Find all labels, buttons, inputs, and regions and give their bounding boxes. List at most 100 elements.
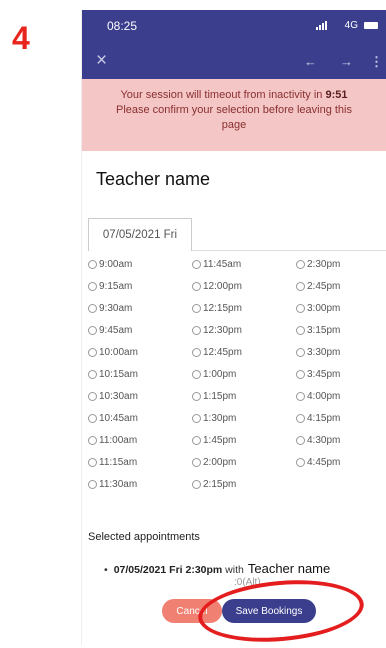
radio-unchecked-icon[interactable] [88,260,97,269]
radio-unchecked-icon[interactable] [88,392,97,401]
radio-unchecked-icon[interactable] [192,326,201,335]
time-slot-option[interactable]: 3:30pm [296,347,340,358]
time-slot-option[interactable]: 10:30am [88,391,138,402]
radio-unchecked-icon[interactable] [88,282,97,291]
phone-screen: 08:25 4G × ← → ⋮ Your session will timeo… [82,10,386,648]
arrow-right-icon[interactable]: → [340,54,353,69]
time-slot-label: 2:15pm [203,479,237,490]
radio-unchecked-icon[interactable] [296,370,305,379]
time-slot-option[interactable]: 1:30pm [192,413,236,424]
time-slot-label: 12:15pm [203,303,242,314]
radio-unchecked-icon[interactable] [88,414,97,423]
radio-unchecked-icon[interactable] [296,458,305,467]
time-slot-option[interactable]: 9:30am [88,303,132,314]
radio-unchecked-icon[interactable] [88,304,97,313]
more-vertical-icon[interactable]: ⋮ [370,54,383,70]
time-slot-option[interactable]: 12:00pm [192,281,242,292]
time-slot-option[interactable]: 9:45am [88,325,132,336]
time-slot-option[interactable]: 3:45pm [296,369,340,380]
time-slot-option[interactable]: 9:00am [88,259,132,270]
time-slot-option[interactable]: 11:00am [88,435,137,446]
time-slot-option[interactable]: 4:30pm [296,435,340,446]
radio-unchecked-icon[interactable] [296,392,305,401]
time-slot-option[interactable]: 2:45pm [296,281,340,292]
time-slot-option[interactable]: 10:15am [88,369,138,380]
session-timeout-alert: Your session will timeout from inactivit… [82,79,386,151]
time-slot-option[interactable]: 12:45pm [192,347,242,358]
time-slot-label: 4:30pm [307,435,341,446]
close-icon[interactable]: × [96,50,107,72]
bullet: • [104,564,108,576]
step-number: 4 [12,20,30,56]
time-slot-option[interactable]: 11:15am [88,457,137,468]
time-slot-option[interactable]: 12:15pm [192,303,242,314]
time-slot-option[interactable]: 1:00pm [192,369,236,380]
radio-unchecked-icon[interactable] [296,282,305,291]
radio-unchecked-icon[interactable] [192,370,201,379]
radio-unchecked-icon[interactable] [88,348,97,357]
alert-line-3: page [221,119,247,131]
radio-unchecked-icon[interactable] [192,392,201,401]
time-slot-label: 4:00pm [307,391,341,402]
time-slot-option[interactable]: 11:30am [88,479,137,490]
radio-unchecked-icon[interactable] [88,458,97,467]
radio-unchecked-icon[interactable] [192,304,201,313]
radio-unchecked-icon[interactable] [88,480,97,489]
time-slot-option[interactable]: 1:15pm [192,391,236,402]
time-slot-label: 12:30pm [203,325,242,336]
top-navigation: × ← → ⋮ [82,46,386,79]
time-slot-label: 11:45am [203,259,242,270]
time-slot-label: 9:15am [99,281,133,292]
radio-unchecked-icon[interactable] [88,436,97,445]
date-tab[interactable]: 07/05/2021 Fri [88,218,192,251]
time-slot-option[interactable]: 1:45pm [192,435,236,446]
time-slot-label: 2:45pm [307,281,341,292]
radio-unchecked-icon[interactable] [296,414,305,423]
time-slot-option[interactable]: 2:30pm [296,259,340,270]
time-slot-option[interactable]: 3:00pm [296,303,340,314]
time-slot-option[interactable]: 4:00pm [296,391,340,402]
radio-unchecked-icon[interactable] [88,370,97,379]
time-slot-option[interactable]: 4:45pm [296,457,340,468]
radio-unchecked-icon[interactable] [192,414,201,423]
radio-unchecked-icon[interactable] [296,436,305,445]
time-slot-label: 4:15pm [307,413,341,424]
appointment-with: with [222,564,244,576]
radio-unchecked-icon[interactable] [296,260,305,269]
appointment-datetime: 07/05/2021 Fri 2:30pm [113,564,223,576]
arrow-left-icon[interactable]: ← [304,54,317,69]
time-slot-option[interactable]: 9:15am [88,281,132,292]
radio-unchecked-icon[interactable] [192,480,201,489]
radio-unchecked-icon[interactable] [88,326,97,335]
time-slot-label: 3:15pm [307,325,341,336]
time-slot-label: 2:00pm [203,457,237,468]
time-slot-label: 4:45pm [307,457,341,468]
radio-unchecked-icon[interactable] [296,348,305,357]
time-slot-label: 11:00am [99,435,138,446]
radio-unchecked-icon[interactable] [192,458,201,467]
radio-unchecked-icon[interactable] [192,348,201,357]
radio-unchecked-icon[interactable] [192,282,201,291]
time-slot-option[interactable]: 11:45am [192,259,241,270]
time-slot-label: 11:15am [99,457,138,468]
time-slot-label: 10:45am [99,413,138,424]
radio-unchecked-icon[interactable] [192,260,201,269]
time-slot-option[interactable]: 2:15pm [192,479,236,490]
time-slot-option[interactable]: 10:00am [88,347,138,358]
time-slot-option[interactable]: 3:15pm [296,325,340,336]
time-slot-label: 9:30am [99,303,133,314]
radio-unchecked-icon[interactable] [296,326,305,335]
time-slot-option[interactable]: 4:15pm [296,413,340,424]
time-slot-label: 10:00am [99,347,138,358]
teacher-name-heading: Teacher name [96,169,211,189]
selected-appointment-item: • 07/05/2021 Fri 2:30pm with Teacher name [104,561,330,576]
radio-unchecked-icon[interactable] [192,436,201,445]
time-slot-option[interactable]: 10:45am [88,413,138,424]
time-slot-option[interactable]: 12:30pm [192,325,242,336]
time-slot-label: 9:45am [99,325,133,336]
time-slot-label: 11:30am [99,479,138,490]
radio-unchecked-icon[interactable] [296,304,305,313]
time-slot-label: 1:15pm [203,391,237,402]
time-slot-option[interactable]: 2:00pm [192,457,236,468]
selected-appointments-title: Selected appointments [88,531,200,543]
